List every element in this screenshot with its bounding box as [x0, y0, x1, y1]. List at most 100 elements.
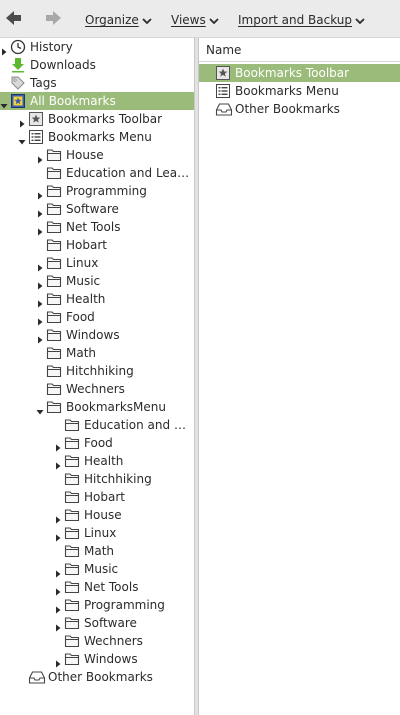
views-menu-button[interactable]: Views — [171, 11, 219, 29]
tree-row[interactable]: History — [0, 38, 194, 56]
list-item[interactable]: Other Bookmarks — [199, 100, 400, 118]
expanded-twisty-icon[interactable] — [18, 133, 26, 145]
collapsed-twisty-icon[interactable] — [54, 457, 62, 470]
tree-row-label: Wechners — [66, 382, 125, 396]
list-item[interactable]: Bookmarks Menu — [199, 82, 400, 100]
forward-button[interactable] — [44, 10, 62, 26]
folder-icon — [46, 381, 62, 397]
tree-row-label: Bookmarks Menu — [48, 130, 152, 144]
collapsed-twisty-icon[interactable] — [0, 43, 8, 56]
collapsed-twisty-icon[interactable] — [54, 601, 62, 614]
tree-row[interactable]: Health — [0, 290, 194, 308]
tree-row-label: Downloads — [30, 58, 96, 72]
tree-row[interactable]: Music — [0, 272, 194, 290]
places-tree[interactable]: History Downloads Tags All Bookmarks Bookmar… — [0, 38, 194, 715]
tree-row[interactable]: Health — [0, 452, 194, 470]
tree-row-label: Hobart — [66, 238, 107, 252]
folder-icon — [64, 471, 80, 487]
tree-row[interactable]: Bookmarks Menu — [0, 128, 194, 146]
tree-row[interactable]: Hitchhiking — [0, 470, 194, 488]
tree-row[interactable]: House — [0, 146, 194, 164]
tree-row[interactable]: Programming — [0, 596, 194, 614]
collapsed-twisty-icon[interactable] — [54, 655, 62, 668]
tree-row-label: Software — [66, 202, 119, 216]
tree-row[interactable]: Other Bookmarks — [0, 668, 194, 686]
tree-row[interactable]: Hitchhiking — [0, 362, 194, 380]
collapsed-twisty-icon[interactable] — [36, 205, 44, 218]
tree-row-label: Programming — [66, 184, 147, 198]
tree-row-label: Bookmarks Toolbar — [48, 112, 163, 126]
import-backup-menu-button[interactable]: Import and Backup — [238, 11, 365, 29]
tree-row[interactable]: Downloads — [0, 56, 194, 74]
collapsed-twisty-icon[interactable] — [36, 277, 44, 290]
chevron-down-icon — [355, 12, 365, 30]
bookmarks-list[interactable]: Name Bookmarks Toolbar Bookmarks Menu Othe… — [199, 38, 400, 715]
name-column-header[interactable]: Name — [199, 38, 400, 62]
bookmarks-menu-icon — [215, 83, 231, 99]
tree-row-label: House — [84, 508, 122, 522]
collapsed-twisty-icon[interactable] — [36, 313, 44, 326]
collapsed-twisty-icon[interactable] — [54, 529, 62, 542]
tree-row[interactable]: Hobart — [0, 236, 194, 254]
other-bookmarks-icon — [215, 101, 233, 117]
collapsed-twisty-icon[interactable] — [54, 619, 62, 632]
tree-row[interactable]: Windows — [0, 650, 194, 668]
back-arrow-icon — [5, 10, 23, 26]
collapsed-twisty-icon[interactable] — [36, 151, 44, 164]
collapsed-twisty-icon[interactable] — [36, 223, 44, 236]
tree-row[interactable]: Software — [0, 614, 194, 632]
tree-row[interactable]: Software — [0, 200, 194, 218]
collapsed-twisty-icon[interactable] — [36, 331, 44, 344]
collapsed-twisty-icon[interactable] — [54, 565, 62, 578]
tree-row[interactable]: Windows — [0, 326, 194, 344]
tree-row[interactable]: Wechners — [0, 632, 194, 650]
tree-row[interactable]: Math — [0, 542, 194, 560]
tree-row[interactable]: Linux — [0, 524, 194, 542]
organize-menu-button[interactable]: Organize — [85, 11, 152, 29]
collapsed-twisty-icon[interactable] — [36, 259, 44, 272]
tree-row[interactable]: Education and Lea… — [0, 416, 194, 434]
tree-row[interactable]: Hobart — [0, 488, 194, 506]
tree-row-label: Windows — [66, 328, 120, 342]
list-item[interactable]: Bookmarks Toolbar — [199, 64, 400, 82]
tree-row[interactable]: Bookmarks Toolbar — [0, 110, 194, 128]
collapsed-twisty-icon[interactable] — [36, 187, 44, 200]
collapsed-twisty-icon[interactable] — [36, 295, 44, 308]
folder-icon — [64, 417, 80, 433]
folder-icon — [64, 561, 80, 577]
tree-row[interactable]: Music — [0, 560, 194, 578]
tree-row[interactable]: Food — [0, 434, 194, 452]
collapsed-twisty-icon[interactable] — [54, 583, 62, 596]
tree-row[interactable]: Net Tools — [0, 218, 194, 236]
expanded-twisty-icon[interactable] — [0, 97, 8, 109]
collapsed-twisty-icon[interactable] — [54, 439, 62, 452]
folder-icon — [64, 543, 80, 559]
folder-icon — [46, 255, 62, 271]
tree-row[interactable]: Food — [0, 308, 194, 326]
chevron-down-icon — [142, 12, 152, 30]
tree-row[interactable]: Programming — [0, 182, 194, 200]
tree-row[interactable]: Tags — [0, 74, 194, 92]
tree-row-label: Health — [66, 292, 106, 306]
expanded-twisty-icon[interactable] — [36, 403, 44, 415]
tree-row[interactable]: Education and Learni… — [0, 164, 194, 182]
tree-row[interactable]: Math — [0, 344, 194, 362]
tree-row-label: Other Bookmarks — [48, 670, 153, 684]
collapsed-twisty-icon[interactable] — [54, 511, 62, 524]
tree-row-label: Food — [84, 436, 113, 450]
tree-row-label: Hitchhiking — [66, 364, 134, 378]
tree-row[interactable]: Wechners — [0, 380, 194, 398]
tree-row-label: Health — [84, 454, 124, 468]
folder-icon — [64, 615, 80, 631]
tree-row[interactable]: BookmarksMenu — [0, 398, 194, 416]
tree-row[interactable]: Net Tools — [0, 578, 194, 596]
tree-row[interactable]: House — [0, 506, 194, 524]
back-button[interactable] — [5, 10, 23, 26]
tree-row-label: Math — [84, 544, 115, 558]
collapsed-twisty-icon[interactable] — [18, 115, 26, 128]
tree-row-label: Food — [66, 310, 95, 324]
tree-row[interactable]: All Bookmarks — [0, 92, 194, 110]
tree-row[interactable]: Linux — [0, 254, 194, 272]
folder-icon — [46, 309, 62, 325]
tree-row-label: Wechners — [84, 634, 143, 648]
